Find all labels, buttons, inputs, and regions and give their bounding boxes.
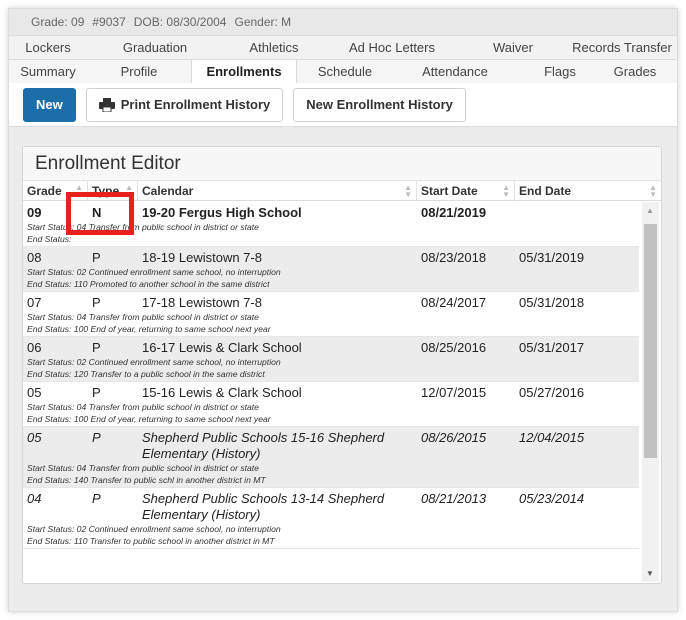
start-date-cell: 08/24/2017 [421, 295, 487, 310]
sort-icon: ▲ ▼ [649, 182, 657, 199]
end-status: End Status: [27, 234, 72, 244]
list-scrollbar[interactable]: ▲ ▼ [642, 202, 659, 582]
scrollbar-thumb[interactable] [644, 224, 657, 458]
student-id: #9037 [92, 15, 126, 29]
grade-cell: 08 [27, 250, 42, 265]
grade-cell: 05 [27, 385, 42, 400]
calendar-cell: 15-16 Lewis & Clark School [142, 385, 302, 400]
enrollment-list: 09 N 19-20 Fergus High School 08/21/2019… [23, 202, 639, 582]
tab-graduation[interactable]: Graduation [87, 40, 223, 55]
table-row[interactable]: 06 P 16-17 Lewis & Clark School 08/25/20… [23, 337, 639, 382]
column-end-date-label: End Date [519, 183, 572, 198]
end-status: End Status: 110 Promoted to another scho… [27, 279, 270, 289]
tab-waiver[interactable]: Waiver [459, 40, 567, 55]
end-date-cell: 05/31/2018 [519, 295, 585, 310]
end-status: End Status: 110 Transfer to public schoo… [27, 536, 275, 546]
toolbar: New Print Enrollment History New Enrollm… [9, 83, 677, 127]
scroll-up-icon[interactable]: ▲ [646, 206, 654, 215]
print-label: Print Enrollment History [120, 97, 271, 112]
start-date-cell: 08/26/2015 [421, 430, 487, 445]
calendar-cell: 18-19 Lewistown 7-8 [142, 250, 262, 265]
start-date-cell: 12/07/2015 [421, 385, 487, 400]
type-cell: P [92, 340, 101, 355]
tabs-row-secondary: Lockers Graduation Athletics Ad Hoc Lett… [9, 35, 677, 59]
end-status: End Status: 140 Transfer to public schl … [27, 475, 266, 485]
dob-label: DOB: 08/30/2004 [133, 15, 227, 29]
end-date-cell: 12/04/2015 [519, 430, 585, 445]
start-status: Start Status: 02 Continued enrollment sa… [27, 524, 281, 534]
printer-icon [98, 97, 115, 112]
grade-cell: 04 [27, 491, 42, 506]
start-status: Start Status: 02 Continued enrollment sa… [27, 357, 281, 367]
table-row[interactable]: 04 P Shepherd Public Schools 13-14 Sheph… [23, 488, 639, 549]
new-enrollment-history-button[interactable]: New Enrollment History [293, 87, 466, 122]
calendar-cell: 16-17 Lewis & Clark School [142, 340, 302, 355]
scroll-down-icon[interactable]: ▼ [646, 569, 654, 578]
type-cell: P [92, 491, 101, 506]
end-status: End Status: 120 Transfer to a public sch… [27, 369, 265, 379]
column-end-date[interactable]: End Date ▲ ▼ [515, 181, 661, 201]
grade-label: Grade: 09 [31, 15, 85, 29]
tab-attendance[interactable]: Attendance [393, 64, 517, 79]
tab-schedule[interactable]: Schedule [297, 64, 393, 79]
calendar-cell: Shepherd Public Schools 15-16 Shepherd E… [142, 430, 385, 461]
tabs-row-primary: Summary Profile Enrollments Schedule Att… [9, 59, 677, 83]
grade-cell: 05 [27, 430, 42, 445]
tab-records-transfer[interactable]: Records Transfer [567, 40, 677, 55]
calendar-cell: 19-20 Fergus High School [142, 205, 302, 220]
tab-grades[interactable]: Grades [603, 64, 667, 79]
type-cell: P [92, 295, 101, 310]
table-row[interactable]: 05 P 15-16 Lewis & Clark School 12/07/20… [23, 382, 639, 427]
editor-title: Enrollment Editor [23, 147, 661, 181]
sort-icon: ▲ ▼ [502, 182, 510, 199]
column-calendar-label: Calendar [142, 183, 194, 198]
grade-cell: 06 [27, 340, 42, 355]
start-date-cell: 08/21/2019 [421, 205, 487, 220]
end-date-cell: 05/31/2017 [519, 340, 585, 355]
end-status: End Status: 100 End of year, returning t… [27, 324, 271, 334]
table-row[interactable]: 07 P 17-18 Lewistown 7-8 08/24/2017 05/3… [23, 292, 639, 337]
annotation-highlight-box [66, 192, 134, 235]
new-button[interactable]: New [23, 87, 76, 122]
column-grade-label: Grade [27, 183, 62, 198]
tab-flags[interactable]: Flags [517, 64, 603, 79]
print-enrollment-history-button[interactable]: Print Enrollment History [85, 87, 284, 122]
student-info-bar: Grade: 09 #9037 DOB: 08/30/2004 Gender: … [9, 9, 677, 35]
grade-cell: 07 [27, 295, 42, 310]
start-status: Start Status: 04 Transfer from public sc… [27, 402, 259, 412]
start-date-cell: 08/21/2013 [421, 491, 487, 506]
calendar-cell: 17-18 Lewistown 7-8 [142, 295, 262, 310]
sort-icon: ▲ ▼ [404, 182, 412, 199]
start-status: Start Status: 04 Transfer from public sc… [27, 312, 259, 322]
column-calendar[interactable]: Calendar ▲ ▼ [138, 180, 417, 201]
table-row[interactable]: 08 P 18-19 Lewistown 7-8 08/23/2018 05/3… [23, 247, 639, 292]
table-row[interactable]: 05 P Shepherd Public Schools 15-16 Sheph… [23, 427, 639, 488]
type-cell: P [92, 430, 101, 445]
grade-cell: 09 [27, 205, 42, 220]
type-cell: P [92, 385, 101, 400]
end-date-cell: 05/23/2014 [519, 491, 585, 506]
tab-summary[interactable]: Summary [9, 64, 87, 79]
tab-lockers[interactable]: Lockers [9, 40, 87, 55]
calendar-cell: Shepherd Public Schools 13-14 Shepherd E… [142, 491, 385, 522]
tab-enrollments[interactable]: Enrollments [191, 60, 297, 83]
tab-profile[interactable]: Profile [87, 64, 191, 79]
gender-label: Gender: M [234, 15, 292, 29]
column-start-date-label: Start Date [421, 183, 478, 198]
end-date-cell: 05/31/2019 [519, 250, 585, 265]
end-date-cell: 05/27/2016 [519, 385, 585, 400]
start-date-cell: 08/25/2016 [421, 340, 487, 355]
column-start-date[interactable]: Start Date ▲ ▼ [417, 180, 515, 201]
start-status: Start Status: 04 Transfer from public sc… [27, 463, 259, 473]
type-cell: P [92, 250, 101, 265]
end-status: End Status: 100 End of year, returning t… [27, 414, 271, 424]
start-status: Start Status: 02 Continued enrollment sa… [27, 267, 281, 277]
tab-athletics[interactable]: Athletics [223, 40, 325, 55]
tab-ad-hoc-letters[interactable]: Ad Hoc Letters [325, 40, 459, 55]
start-date-cell: 08/23/2018 [421, 250, 487, 265]
